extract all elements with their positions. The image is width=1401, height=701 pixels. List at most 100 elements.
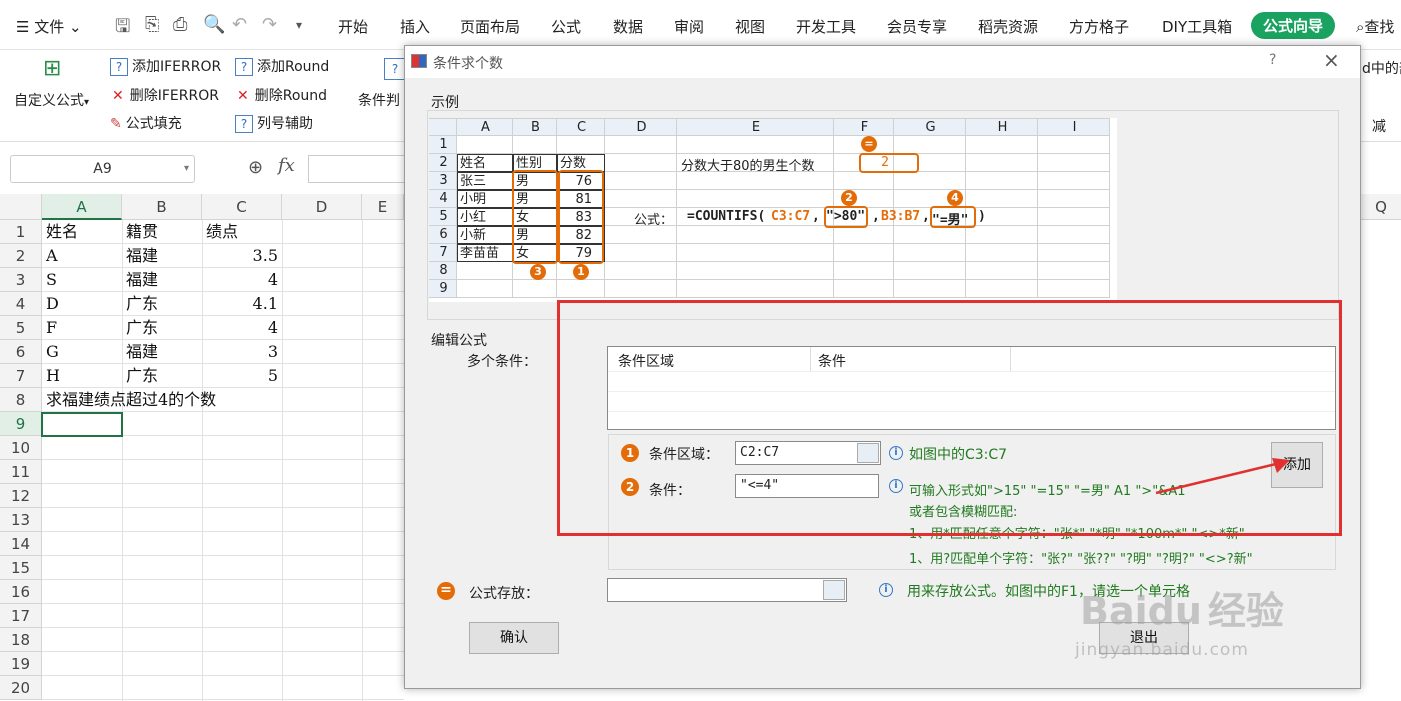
- row-header-6[interactable]: 6: [0, 340, 42, 364]
- ribbon-cut-text: d中的部: [1362, 61, 1401, 77]
- cell-c4[interactable]: 4.1: [202, 292, 282, 316]
- close-icon[interactable]: ×: [1323, 48, 1340, 72]
- search-tab[interactable]: ⌕查找: [1356, 16, 1394, 37]
- formula-fill-button[interactable]: ✎ 公式填充: [110, 113, 182, 133]
- cell-a6[interactable]: G: [42, 340, 59, 364]
- fill-icon: ✎: [110, 116, 122, 132]
- cell-b7[interactable]: 广东: [122, 364, 158, 388]
- watermark-text: 经验: [1207, 589, 1284, 633]
- col-helper-button[interactable]: ? 列号辅助: [235, 113, 313, 133]
- undo-icon[interactable]: ↶: [232, 14, 247, 35]
- col-header-q[interactable]: Q: [1361, 194, 1401, 220]
- cell-c1[interactable]: 绩点: [202, 220, 238, 244]
- cell-a8-note[interactable]: 求福建绩点超过4的个数: [42, 388, 216, 412]
- row-header-3[interactable]: 3: [0, 268, 42, 292]
- example-row-header: 1: [429, 136, 457, 154]
- row-header-14[interactable]: 14: [0, 532, 42, 556]
- tab-fangfang[interactable]: 方方格子: [1069, 16, 1129, 37]
- store-input[interactable]: [607, 578, 847, 602]
- row-header-17[interactable]: 17: [0, 604, 42, 628]
- tab-insert[interactable]: 插入: [400, 16, 430, 37]
- selected-cell-a9[interactable]: [41, 412, 123, 437]
- cell-b3[interactable]: 福建: [122, 268, 158, 292]
- del-round-button[interactable]: ✕ 删除Round: [237, 85, 327, 105]
- tab-dev-tools[interactable]: 开发工具: [796, 16, 856, 37]
- row-header-19[interactable]: 19: [0, 652, 42, 676]
- row-header-13[interactable]: 13: [0, 508, 42, 532]
- col-header-e[interactable]: E: [362, 194, 404, 220]
- tab-review[interactable]: 审阅: [674, 16, 704, 37]
- tab-data[interactable]: 数据: [613, 16, 643, 37]
- cell-a1[interactable]: 姓名: [42, 220, 78, 244]
- save-icon[interactable]: 🖫: [115, 14, 130, 44]
- col-header-a[interactable]: A: [42, 194, 122, 220]
- example-col-header: G: [894, 118, 966, 136]
- fx-icon[interactable]: fx: [278, 155, 295, 176]
- tab-view[interactable]: 视图: [735, 16, 765, 37]
- store-picker-icon[interactable]: [823, 580, 845, 600]
- help-icon[interactable]: ?: [1269, 52, 1276, 68]
- zoom-icon[interactable]: ⊕: [248, 157, 263, 178]
- quick-access-dropdown-icon[interactable]: ▾: [296, 18, 302, 32]
- tab-page-layout[interactable]: 页面布局: [460, 16, 520, 37]
- row-header-18[interactable]: 18: [0, 628, 42, 652]
- cell-c5[interactable]: 4: [202, 316, 282, 340]
- cell-a3[interactable]: S: [42, 268, 57, 292]
- row-header-1[interactable]: 1: [0, 220, 42, 244]
- col-header-b[interactable]: B: [122, 194, 202, 220]
- cell-b1[interactable]: 籍贯: [122, 220, 158, 244]
- cell-a2[interactable]: A: [42, 244, 58, 268]
- help-box-icon: ?: [235, 115, 253, 133]
- cell-b5[interactable]: 广东: [122, 316, 158, 340]
- row-header-20[interactable]: 20: [0, 676, 42, 700]
- name-box[interactable]: A9 ▾: [10, 155, 195, 183]
- row-header-2[interactable]: 2: [0, 244, 42, 268]
- formula-input[interactable]: [308, 155, 408, 183]
- example-cell: [834, 262, 894, 280]
- example-question: 分数大于80的男生个数: [681, 159, 815, 174]
- cell-b4[interactable]: 广东: [122, 292, 158, 316]
- print-icon[interactable]: ⎙: [173, 14, 187, 35]
- del-iferror-button[interactable]: ✕ 删除IFERROR: [112, 85, 219, 105]
- tab-formula[interactable]: 公式: [551, 16, 581, 37]
- row-header-8[interactable]: 8: [0, 388, 42, 412]
- cond-judge-button[interactable]: 条件判: [358, 90, 400, 110]
- row-header-12[interactable]: 12: [0, 484, 42, 508]
- add-iferror-button[interactable]: ? 添加IFERROR: [110, 56, 221, 76]
- row-header-15[interactable]: 15: [0, 556, 42, 580]
- file-menu[interactable]: ☰ 文件 ⌄: [16, 16, 82, 37]
- cell-a7[interactable]: H: [42, 364, 60, 388]
- tab-formula-wizard[interactable]: 公式向导: [1251, 12, 1336, 39]
- grid-line: [362, 220, 363, 701]
- row-header-5[interactable]: 5: [0, 316, 42, 340]
- tab-daoke[interactable]: 稻壳资源: [978, 16, 1038, 37]
- cell-a4[interactable]: D: [42, 292, 59, 316]
- col-header-d[interactable]: D: [282, 194, 362, 220]
- col-header-c[interactable]: C: [202, 194, 282, 220]
- export-icon[interactable]: ⎘: [145, 14, 159, 35]
- cell-c2[interactable]: 3.5: [202, 244, 282, 268]
- select-all-corner[interactable]: [0, 194, 42, 220]
- row-header-10[interactable]: 10: [0, 436, 42, 460]
- cell-b2[interactable]: 福建: [122, 244, 158, 268]
- redo-icon[interactable]: ↷: [262, 14, 277, 35]
- print-preview-icon[interactable]: 🔍: [203, 14, 225, 35]
- tab-member[interactable]: 会员专享: [887, 16, 947, 37]
- row-header-16[interactable]: 16: [0, 580, 42, 604]
- example-cell: [834, 172, 894, 190]
- cell-c6[interactable]: 3: [202, 340, 282, 364]
- custom-formula-button[interactable]: 自定义公式▾: [14, 90, 89, 110]
- row-header-7[interactable]: 7: [0, 364, 42, 388]
- cell-c7[interactable]: 5: [202, 364, 282, 388]
- cell-c3[interactable]: 4: [202, 268, 282, 292]
- grid-line: [282, 220, 283, 701]
- cell-a5[interactable]: F: [42, 316, 57, 340]
- row-header-4[interactable]: 4: [0, 292, 42, 316]
- cell-b6[interactable]: 福建: [122, 340, 158, 364]
- row-header-9[interactable]: 9: [0, 412, 42, 436]
- tab-start[interactable]: 开始: [338, 16, 368, 37]
- ok-button[interactable]: 确认: [469, 622, 559, 654]
- add-round-button[interactable]: ? 添加Round: [235, 56, 329, 76]
- tab-diy[interactable]: DIY工具箱: [1162, 16, 1232, 37]
- row-header-11[interactable]: 11: [0, 460, 42, 484]
